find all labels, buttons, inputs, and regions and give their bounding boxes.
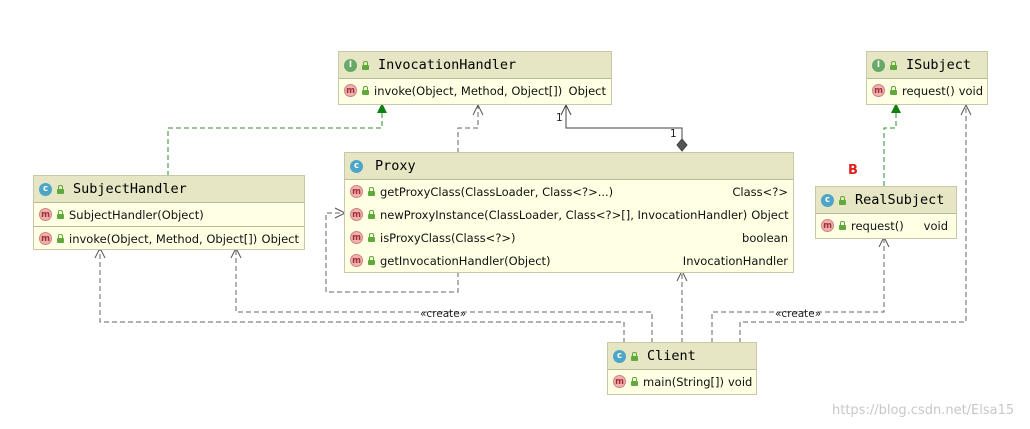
method-name: request(): [851, 218, 904, 233]
realsubject-class[interactable]: c RealSubject m request() void: [815, 186, 957, 239]
invocationhandler-header: I InvocationHandler: [339, 52, 611, 79]
interface-icon: I: [344, 58, 357, 72]
realization-realsubject-isubject: [883, 112, 897, 186]
method-return: Object: [751, 207, 789, 222]
method-return: Object: [261, 231, 299, 246]
subjecthandler-method-invoke[interactable]: m invoke(Object, Method, Object[]) Objec…: [34, 226, 304, 250]
public-lock-icon: [838, 195, 847, 205]
public-lock-icon: [630, 377, 639, 386]
public-lock-icon: [367, 233, 376, 242]
client-header: c Client: [608, 343, 756, 370]
client-method-main[interactable]: m main(String[]) void: [608, 370, 756, 393]
public-lock-icon: [361, 86, 370, 95]
client-title: Client: [647, 348, 696, 364]
method-icon: m: [344, 84, 357, 97]
create-stereotype-label: «create»: [775, 308, 822, 320]
class-icon: c: [39, 182, 52, 196]
method-name: getProxyClass(ClassLoader, Class<?>...): [380, 184, 614, 199]
method-name: invoke(Object, Method, Object[]): [69, 231, 258, 246]
public-lock-icon: [56, 210, 65, 219]
class-icon: c: [350, 159, 363, 173]
subjecthandler-header: c SubjectHandler: [34, 176, 304, 203]
isubject-header: I ISubject: [867, 52, 987, 79]
public-lock-icon: [889, 60, 898, 70]
method-return: void: [728, 374, 753, 389]
method-name: isProxyClass(Class<?>): [380, 230, 516, 245]
method-return: Class<?>: [732, 184, 788, 199]
method-name: main(String[]): [643, 374, 724, 389]
invocationhandler-title: InvocationHandler: [378, 57, 517, 73]
proxy-class[interactable]: c Proxy m getProxyClass(ClassLoader, Cla…: [344, 152, 794, 273]
subjecthandler-title: SubjectHandler: [73, 181, 187, 197]
multiplicity-label: 1: [556, 112, 563, 124]
annotation-b: B: [848, 163, 858, 178]
public-lock-icon: [367, 256, 376, 265]
isubject-title: ISubject: [906, 57, 972, 73]
proxy-header: c Proxy: [345, 153, 793, 180]
method-return: boolean: [742, 230, 788, 245]
proxy-method-isproxyclass[interactable]: m isProxyClass(Class<?>) boolean: [345, 226, 793, 249]
method-icon: m: [350, 208, 363, 221]
constructor-name: SubjectHandler(Object): [69, 207, 204, 222]
method-return: InvocationHandler: [682, 253, 788, 268]
method-icon: m: [39, 232, 52, 245]
method-icon: m: [350, 231, 363, 244]
method-return: Object: [568, 83, 606, 98]
public-lock-icon: [367, 187, 376, 196]
public-lock-icon: [361, 60, 370, 70]
class-icon: c: [821, 193, 834, 207]
method-name: getInvocationHandler(Object): [380, 253, 551, 268]
public-lock-icon: [367, 210, 376, 219]
method-icon: m: [821, 219, 834, 232]
watermark: https://blog.csdn.net/Elsa15: [832, 403, 1015, 418]
method-icon: m: [613, 375, 626, 388]
method-return: void: [923, 218, 948, 233]
association-proxy-invocationhandler: [565, 106, 683, 140]
class-icon: c: [613, 349, 626, 363]
method-name: newProxyInstance(ClassLoader, Class<?>[]…: [380, 207, 748, 222]
subjecthandler-constructor[interactable]: m SubjectHandler(Object): [34, 203, 304, 226]
create-stereotype-label: «create»: [420, 308, 467, 320]
isubject-interface[interactable]: I ISubject m request() void: [866, 51, 988, 105]
method-icon: m: [350, 185, 363, 198]
realsubject-title: RealSubject: [855, 192, 945, 208]
public-lock-icon: [630, 351, 639, 361]
method-icon: m: [39, 208, 52, 221]
client-class[interactable]: c Client m main(String[]) void: [607, 342, 757, 395]
method-icon: m: [350, 254, 363, 267]
method-name: invoke(Object, Method, Object[]): [374, 83, 563, 98]
public-lock-icon: [56, 184, 65, 194]
proxy-method-getproxyclass[interactable]: m getProxyClass(ClassLoader, Class<?>...…: [345, 180, 793, 203]
dependency-proxy-invocationhandler: [457, 106, 479, 153]
invocationhandler-method-invoke[interactable]: m invoke(Object, Method, Object[]) Objec…: [339, 79, 611, 102]
public-lock-icon: [889, 86, 898, 95]
isubject-method-request[interactable]: m request() void: [867, 79, 987, 102]
subjecthandler-class[interactable]: c SubjectHandler m SubjectHandler(Object…: [33, 175, 305, 250]
proxy-method-getinvocationhandler[interactable]: m getInvocationHandler(Object) Invocatio…: [345, 249, 793, 272]
proxy-method-newproxyinstance[interactable]: m newProxyInstance(ClassLoader, Class<?>…: [345, 203, 793, 226]
realsubject-header: c RealSubject: [816, 187, 956, 214]
method-icon: m: [872, 84, 885, 97]
method-return: void: [958, 83, 984, 98]
realsubject-method-request[interactable]: m request() void: [816, 214, 956, 237]
aggregation-diamond: [676, 138, 688, 152]
public-lock-icon: [838, 221, 847, 230]
public-lock-icon: [56, 234, 65, 243]
method-name: request(): [902, 83, 955, 98]
multiplicity-label: 1: [670, 128, 677, 140]
interface-icon: I: [872, 58, 885, 72]
proxy-title: Proxy: [375, 158, 416, 174]
invocationhandler-interface[interactable]: I InvocationHandler m invoke(Object, Met…: [338, 51, 612, 105]
